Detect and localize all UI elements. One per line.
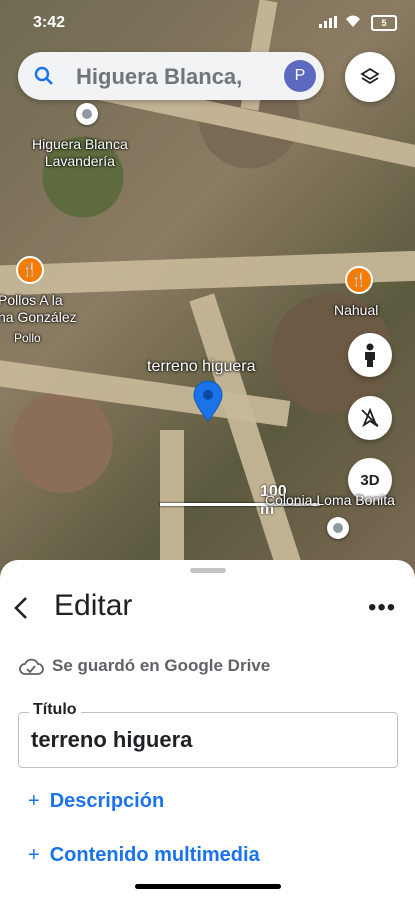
status-time: 3:42 — [33, 14, 66, 31]
person-icon — [365, 343, 375, 367]
place-pin-icon[interactable] — [327, 517, 349, 539]
map-label-terreno[interactable]: terreno higuera — [147, 358, 256, 375]
map-label-pollos[interactable]: Pollos A la na González — [0, 292, 77, 326]
avatar[interactable]: P — [284, 60, 316, 92]
selected-pin-icon[interactable] — [192, 380, 224, 422]
signal-icon — [319, 16, 337, 28]
plus-icon: + — [28, 790, 40, 812]
map-label-nahual[interactable]: Nahual — [334, 302, 378, 319]
home-indicator[interactable] — [135, 884, 281, 889]
layers-button[interactable] — [345, 52, 395, 102]
back-arrow-icon[interactable] — [10, 592, 34, 624]
status-bar: 3:42 5 — [0, 0, 415, 44]
drag-handle[interactable] — [190, 568, 226, 573]
search-input[interactable]: Higuera Blanca, — [76, 64, 272, 90]
compass-button[interactable] — [348, 396, 392, 440]
place-pin-icon[interactable] — [76, 103, 98, 125]
search-bar[interactable]: Higuera Blanca, P — [18, 52, 324, 100]
saved-status: Se guardó en Google Drive — [18, 656, 270, 676]
restaurant-icon[interactable]: 🍴 — [16, 256, 44, 284]
street-view-button[interactable] — [348, 333, 392, 377]
map-view[interactable]: 3:42 5 Higuera Blanca, P Higuera Blanca … — [0, 0, 415, 590]
plus-icon: + — [28, 844, 40, 866]
layers-icon — [360, 67, 380, 85]
cloud-check-icon — [19, 658, 44, 675]
search-icon — [34, 66, 53, 85]
title-field-label: Título — [29, 701, 81, 719]
navigation-off-icon — [361, 407, 379, 428]
wifi-icon — [346, 15, 360, 27]
more-options-icon[interactable]: ••• — [368, 594, 396, 622]
add-description-button[interactable]: + Descripción — [28, 790, 164, 813]
title-field[interactable]: Título terreno higuera — [18, 701, 398, 768]
edit-sheet: Editar ••• Se guardó en Google Drive Tít… — [0, 560, 415, 900]
add-media-label: Contenido multimedia — [49, 844, 260, 866]
map-label-pollo: Pollo — [14, 331, 41, 345]
title-input[interactable]: terreno higuera — [31, 727, 192, 753]
restaurant-icon[interactable]: 🍴 — [345, 266, 373, 294]
add-description-label: Descripción — [49, 790, 165, 812]
map-label-lavanderia[interactable]: Higuera Blanca Lavandería — [32, 136, 128, 170]
add-media-button[interactable]: + Contenido multimedia — [28, 844, 260, 867]
map-label-loma-bonita[interactable]: Colonia Loma Bonita — [265, 492, 395, 509]
saved-text: Se guardó en Google Drive — [52, 656, 271, 675]
battery-indicator: 5 — [371, 15, 397, 31]
page-title: Editar — [54, 589, 133, 622]
